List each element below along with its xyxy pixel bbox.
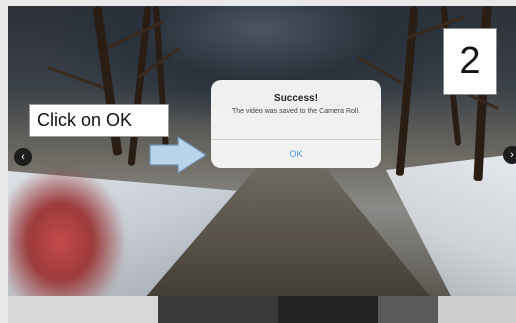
ok-button[interactable]: OK: [211, 140, 381, 168]
tree-branch: [47, 66, 105, 90]
success-alert-dialog: Success! The video was saved to the Came…: [211, 80, 381, 168]
dialog-title: Success!: [274, 93, 318, 104]
thumbnail[interactable]: [278, 296, 378, 323]
step-number-badge: 2: [443, 28, 497, 95]
thumbnail[interactable]: [158, 296, 278, 323]
chevron-right-icon[interactable]: ›: [503, 146, 516, 164]
callout-text: Click on OK: [37, 110, 133, 130]
thumbnail-strip: [8, 296, 516, 323]
instruction-callout: Click on OK: [29, 104, 169, 137]
step-number: 2: [459, 40, 481, 82]
tree-trunk: [395, 6, 419, 177]
chevron-left-icon[interactable]: ‹: [14, 148, 32, 166]
screenshot-frame: Click on OK 2 Success! The video was sav…: [0, 0, 516, 323]
thumbnail[interactable]: [438, 296, 516, 323]
pointer-arrow-icon: [149, 135, 208, 175]
thumbnail[interactable]: [378, 296, 438, 323]
thumbnail[interactable]: [8, 296, 158, 323]
blurred-foreground: [8, 146, 158, 296]
dialog-message: The video was saved to the Camera Roll.: [231, 108, 360, 115]
